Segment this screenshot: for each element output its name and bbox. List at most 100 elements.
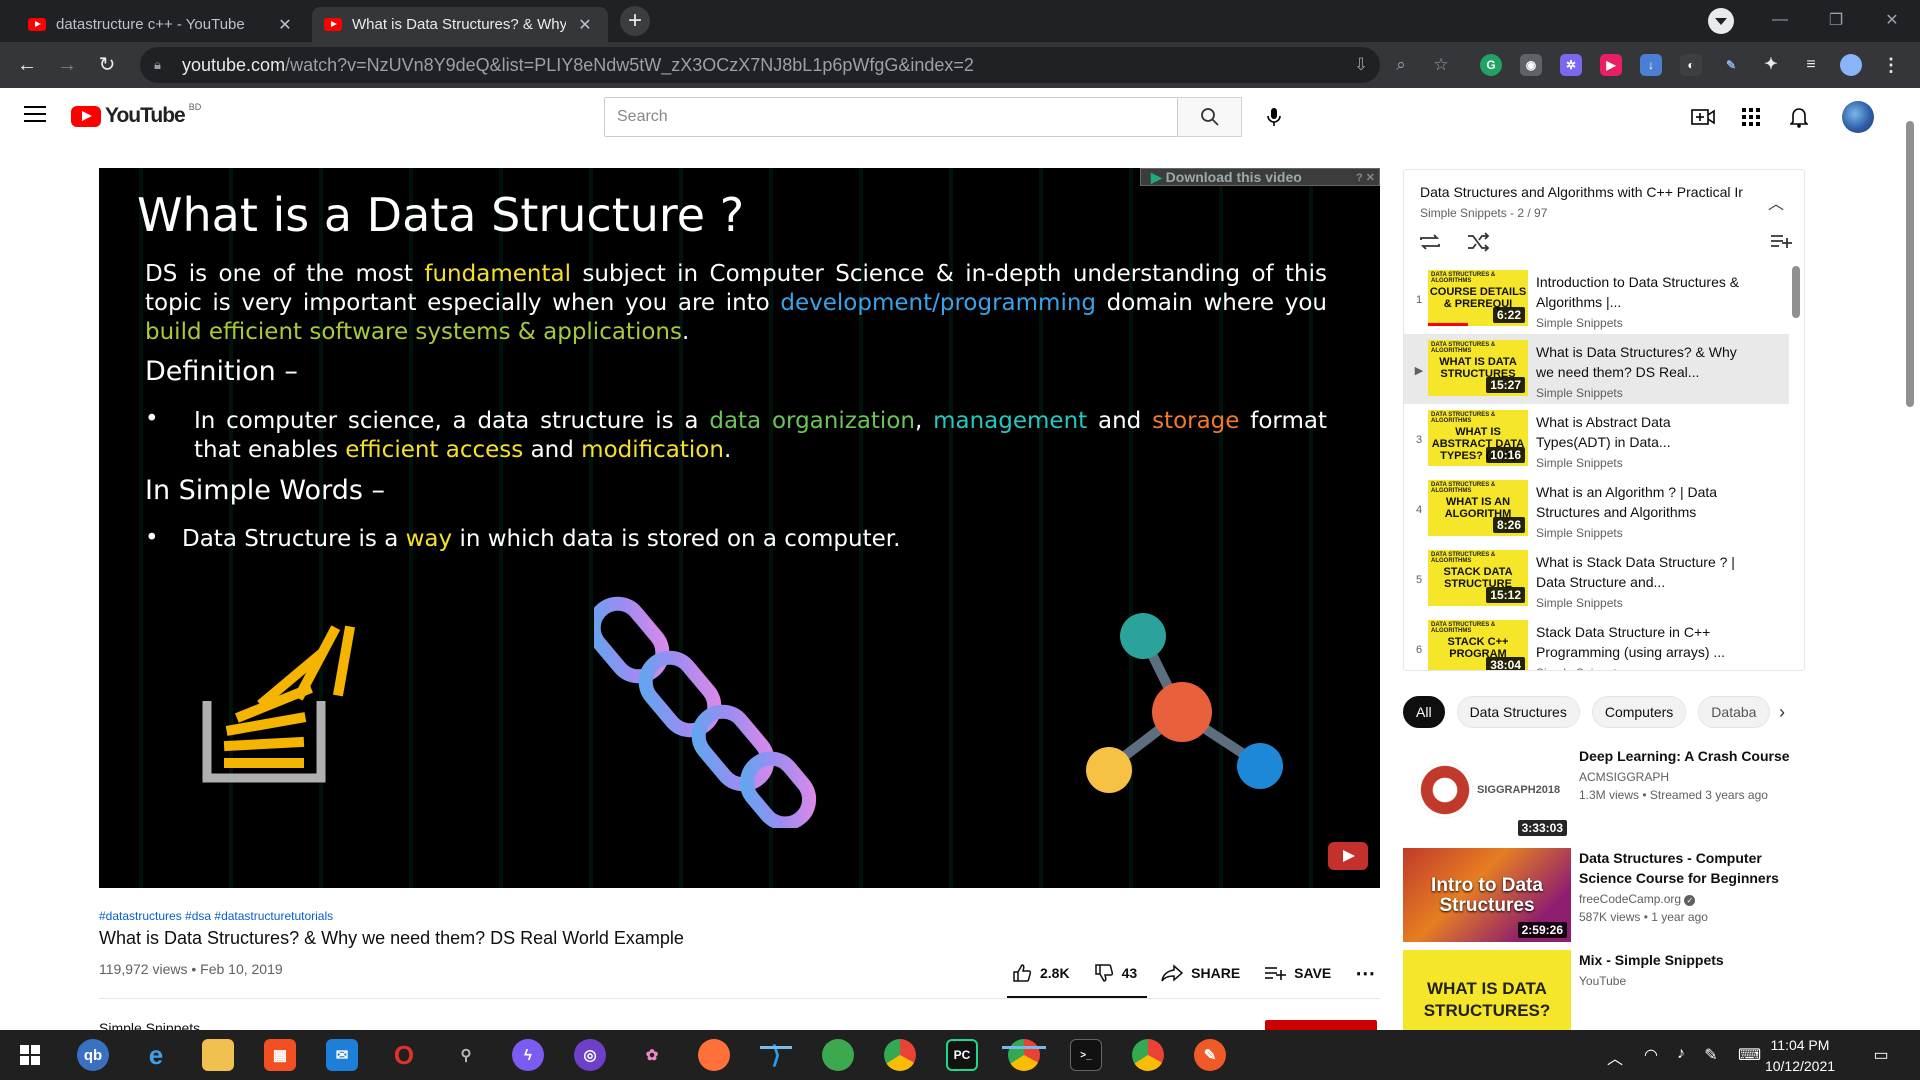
- reading-list-icon[interactable]: ≡: [1800, 54, 1822, 76]
- like-button[interactable]: 2.8K: [1012, 963, 1070, 983]
- messenger-icon[interactable]: ϟ: [512, 1039, 544, 1071]
- playlist-item-title[interactable]: What is Stack Data Structure ? | Data St…: [1536, 552, 1741, 592]
- rec-channel[interactable]: freeCodeCamp.org ✓: [1579, 892, 1696, 906]
- playlist-item[interactable]: 5 DATA STRUCTURES & ALGORITHMS STACK DATA …: [1404, 544, 1789, 614]
- close-tab-icon[interactable]: ✕: [576, 15, 594, 35]
- extension-icon[interactable]: ✲: [1560, 54, 1582, 76]
- notifications-icon[interactable]: ▭: [1870, 1045, 1892, 1065]
- address-bar[interactable]: 🔒︎ youtube.com/watch?v=NzUVn8Y9deQ&list=…: [140, 47, 1380, 83]
- pycharm-icon[interactable]: PC: [946, 1039, 978, 1071]
- playlist-item-title[interactable]: Stack Data Structure in C++ Programming …: [1536, 622, 1741, 662]
- wifi-icon[interactable]: ◠: [1640, 1045, 1662, 1065]
- app-icon-qb[interactable]: qb: [77, 1039, 109, 1071]
- rec-title[interactable]: Deep Learning: A Crash Course: [1579, 746, 1794, 766]
- playlist-item-thumbnail[interactable]: DATA STRUCTURES & ALGORITHMS COURSE DETAI…: [1428, 270, 1528, 326]
- voice-search-button[interactable]: [1256, 99, 1292, 135]
- rec-title[interactable]: Mix - Simple Snippets: [1579, 950, 1794, 970]
- mail-icon[interactable]: ✉: [326, 1039, 358, 1071]
- page-scrollbar[interactable]: [1906, 121, 1914, 407]
- chip-computers[interactable]: Computers: [1591, 696, 1687, 728]
- playlist-item-title[interactable]: What is Data Structures? & Why we need t…: [1536, 342, 1741, 382]
- playlist-item[interactable]: 4 DATA STRUCTURES & ALGORITHMS WHAT IS AN …: [1404, 474, 1789, 544]
- browser-tab-2[interactable]: What is Data Structures? & Why ✕: [312, 7, 608, 42]
- close-icon[interactable]: ? ✕: [1356, 171, 1375, 184]
- browser-tab-1[interactable]: datastructure c++ - YouTube ✕: [16, 7, 308, 42]
- rec-thumbnail[interactable]: WHAT IS DATA STRUCTURES?: [1403, 950, 1571, 1030]
- chrome-menu-icon[interactable]: ⋮: [1880, 54, 1902, 76]
- keyboard-icon[interactable]: ⌨: [1738, 1045, 1761, 1065]
- tab-search-icon[interactable]: [1708, 8, 1734, 34]
- zoom-icon[interactable]: ⌕: [1390, 54, 1412, 76]
- restore-icon[interactable]: ❐: [1808, 10, 1864, 30]
- chevron-right-icon[interactable]: ›: [1770, 700, 1794, 724]
- forward-icon[interactable]: →: [54, 53, 80, 77]
- shuffle-icon[interactable]: [1466, 232, 1490, 252]
- playlist-item-thumbnail[interactable]: DATA STRUCTURES & ALGORITHMS STACK DATA S…: [1428, 550, 1528, 606]
- rec-thumbnail[interactable]: SIGGRAPH2018 3:33:03: [1403, 746, 1571, 840]
- downloader-extension-icon[interactable]: ↓: [1640, 54, 1662, 76]
- bookmark-star-icon[interactable]: ☆: [1430, 54, 1452, 76]
- rec-channel[interactable]: YouTube: [1579, 974, 1626, 988]
- playlist-item[interactable]: 1 DATA STRUCTURES & ALGORITHMS COURSE DETA…: [1404, 264, 1789, 334]
- chip-databases[interactable]: Databa: [1698, 696, 1771, 728]
- opera-icon[interactable]: O: [388, 1039, 420, 1071]
- playlist-item-thumbnail[interactable]: DATA STRUCTURES & ALGORITHMS WHAT IS AN A…: [1428, 480, 1528, 536]
- recommendation-card[interactable]: WHAT IS DATA STRUCTURES? Mix - Simple Sn…: [1403, 950, 1803, 1030]
- collapse-chevron-icon[interactable]: ︿: [1768, 190, 1784, 214]
- vscode-icon[interactable]: ⟩: [760, 1039, 792, 1071]
- playlist-item-thumbnail[interactable]: DATA STRUCTURES & ALGORITHMS WHAT IS DATA…: [1428, 340, 1528, 396]
- app-icon-satellite[interactable]: ⚲: [450, 1039, 482, 1071]
- save-playlist-icon[interactable]: [1770, 233, 1792, 251]
- app-icon-orange[interactable]: ✎: [1194, 1039, 1226, 1071]
- close-tab-icon[interactable]: ✕: [276, 15, 294, 35]
- close-window-icon[interactable]: ✕: [1864, 10, 1920, 30]
- store-icon[interactable]: ▦: [264, 1039, 296, 1071]
- menu-icon[interactable]: [24, 106, 46, 124]
- playlist-item-title[interactable]: What is an Algorithm ? | Data Structures…: [1536, 482, 1741, 522]
- account-avatar[interactable]: [1842, 101, 1874, 133]
- playlist-item-thumbnail[interactable]: DATA STRUCTURES & ALGORITHMS WHAT IS ABST…: [1428, 410, 1528, 466]
- chrome-icon[interactable]: [884, 1039, 916, 1071]
- loop-icon[interactable]: [1418, 232, 1442, 252]
- terminal-icon[interactable]: >_: [1070, 1039, 1102, 1071]
- share-button[interactable]: SHARE: [1161, 964, 1240, 982]
- camera-extension-icon[interactable]: ◉: [1520, 54, 1542, 76]
- more-actions-icon[interactable]: ⋯: [1355, 961, 1375, 986]
- github-icon[interactable]: ◎: [574, 1039, 606, 1071]
- pen-tray-icon[interactable]: ✎: [1700, 1045, 1722, 1065]
- dislike-button[interactable]: 43: [1094, 963, 1137, 983]
- rec-thumbnail[interactable]: Intro to Data Structures 2:59:26: [1403, 848, 1571, 942]
- chrome-profile-icon[interactable]: [1132, 1039, 1164, 1071]
- reload-icon[interactable]: ↻: [94, 53, 120, 77]
- playlist-item-title[interactable]: Introduction to Data Structures & Algori…: [1536, 272, 1741, 312]
- pen-extension-icon[interactable]: ✎: [1720, 54, 1742, 76]
- edge-icon[interactable]: e: [140, 1039, 172, 1071]
- create-video-icon[interactable]: [1690, 104, 1716, 130]
- lock-icon[interactable]: 🔒︎: [154, 57, 168, 73]
- recommendation-card[interactable]: Intro to Data Structures 2:59:26 Data St…: [1403, 848, 1803, 944]
- tray-chevron-up-icon[interactable]: ︿: [1604, 1045, 1626, 1069]
- extension-icon-2[interactable]: ◐: [1680, 54, 1702, 76]
- app-icon-paint[interactable]: ✿: [636, 1039, 668, 1071]
- chip-all[interactable]: All: [1403, 696, 1445, 728]
- apps-grid-icon[interactable]: [1738, 104, 1764, 130]
- rec-channel[interactable]: ACMSIGGRAPH: [1579, 770, 1669, 784]
- firefox-icon[interactable]: [698, 1039, 730, 1071]
- extensions-puzzle-icon[interactable]: ✦: [1760, 54, 1782, 76]
- chrome-active-icon[interactable]: [1008, 1039, 1040, 1071]
- minimize-icon[interactable]: —: [1752, 11, 1808, 29]
- new-tab-button[interactable]: +: [620, 6, 650, 36]
- profile-avatar-icon[interactable]: [1840, 54, 1862, 76]
- rec-title[interactable]: Data Structures - Computer Science Cours…: [1579, 848, 1794, 888]
- windows-start-icon[interactable]: [14, 1039, 46, 1071]
- youtube-logo[interactable]: YouTube BD: [71, 102, 201, 128]
- media-extension-icon[interactable]: ▶: [1600, 54, 1622, 76]
- file-explorer-icon[interactable]: [202, 1039, 234, 1071]
- youtube-watermark-icon[interactable]: [1328, 842, 1368, 870]
- playlist-item[interactable]: ▶ DATA STRUCTURES & ALGORITHMS WHAT IS DAT…: [1404, 334, 1789, 404]
- playlist-item[interactable]: 6 DATA STRUCTURES & ALGORITHMS STACK C++ P…: [1404, 614, 1789, 670]
- chip-data-structures[interactable]: Data Structures: [1456, 696, 1580, 728]
- app-icon-globe[interactable]: [822, 1039, 854, 1071]
- search-input[interactable]: Search: [604, 97, 1178, 137]
- playlist-scrollbar[interactable]: [1792, 266, 1800, 318]
